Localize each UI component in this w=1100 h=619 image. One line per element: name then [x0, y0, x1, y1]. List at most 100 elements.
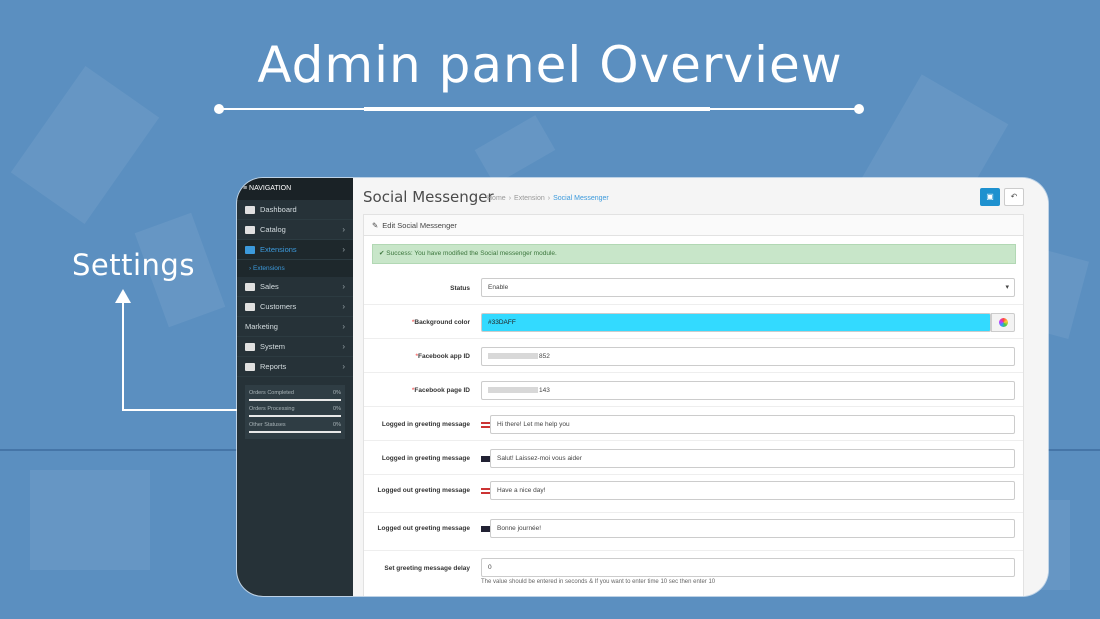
- success-alert: ✔ Success: You have modified the Social …: [372, 244, 1016, 264]
- tag-icon: [245, 225, 255, 234]
- sidebar-item-label: Reports: [260, 361, 287, 371]
- progress-orders-processing: Orders Processing 0%: [249, 404, 341, 420]
- logged-in-greeting-en-input[interactable]: Hi there! Let me help you: [490, 415, 1015, 434]
- facebook-app-id-input[interactable]: 852: [481, 347, 1015, 366]
- greeting-delay-label: Set greeting message delay: [384, 565, 470, 572]
- breadcrumb-current[interactable]: Social Messenger: [553, 195, 609, 202]
- row-logged-out-greeting-fr: Logged out greeting message Bonne journé…: [364, 513, 1023, 551]
- color-wheel-icon: [999, 318, 1008, 327]
- sidebar-subitem-extensions[interactable]: › Extensions: [237, 260, 353, 277]
- back-button[interactable]: ↶: [1004, 188, 1024, 206]
- facebook-page-id-label: *Facebook page ID: [411, 387, 470, 394]
- sidebar-subitem-label: Extensions: [252, 265, 285, 272]
- progress-label: Orders Completed: [249, 390, 294, 396]
- progress-other-statuses: Other Statuses 0%: [249, 420, 341, 436]
- progress-label: Orders Processing: [249, 406, 295, 412]
- row-logged-in-greeting-en: Logged in greeting message Hi there! Let…: [364, 407, 1023, 441]
- row-background-color: *Background color #33DAFF: [364, 305, 1023, 339]
- sidebar-item-sales[interactable]: Sales ›: [237, 277, 353, 297]
- chevron-right-icon: ›: [342, 302, 345, 311]
- chevron-right-icon: ›: [342, 362, 345, 371]
- sidebar-item-system[interactable]: System ›: [237, 337, 353, 357]
- user-icon: [245, 302, 255, 311]
- sidebar-item-dashboard[interactable]: Dashboard: [237, 200, 353, 220]
- logged-out-greeting-en-input[interactable]: Have a nice day!: [490, 481, 1015, 500]
- sidebar-item-label: Extensions: [260, 244, 297, 254]
- logged-out-greeting-label: Logged out greeting message: [377, 487, 470, 494]
- facebook-app-id-label: *Facebook app ID: [415, 353, 470, 360]
- progress-bar: [249, 431, 341, 433]
- sidebar-item-label: Marketing: [245, 321, 278, 331]
- sidebar-item-label: Sales: [260, 281, 279, 291]
- sidebar-item-marketing[interactable]: Marketing ›: [237, 317, 353, 337]
- sidebar-item-reports[interactable]: Reports ›: [237, 357, 353, 377]
- sidebar-item-label: System: [260, 341, 286, 351]
- background-color-label: *Background color: [411, 319, 470, 326]
- panel-heading: ✎ Edit Social Messenger: [364, 215, 1023, 236]
- status-label: Status: [450, 285, 470, 292]
- sidebar-item-extensions[interactable]: Extensions ›: [237, 240, 353, 260]
- chevron-right-icon: ›: [342, 282, 345, 291]
- logged-out-greeting-fr-input[interactable]: Bonne journée!: [490, 519, 1015, 538]
- progress-value: 0%: [333, 390, 341, 396]
- row-greeting-delay: Set greeting message delay 0 The value s…: [364, 551, 1023, 591]
- sidebar-item-label: Catalog: [260, 224, 286, 234]
- hero-title: Admin panel Overview: [257, 36, 843, 94]
- page-title: Social Messenger: [363, 188, 494, 206]
- breadcrumb: Home › Extension › Social Messenger: [487, 195, 609, 202]
- edit-panel: ✎ Edit Social Messenger ✔ Success: You ha…: [363, 214, 1024, 596]
- background-color-input[interactable]: #33DAFF: [481, 313, 991, 332]
- settings-callout: Settings: [72, 248, 195, 282]
- progress-bar: [249, 415, 341, 417]
- nav-header: ≡ NAVIGATION: [237, 178, 353, 200]
- cart-icon: [245, 282, 255, 291]
- arrow-line-horizontal: [122, 409, 240, 411]
- sidebar: ≡ NAVIGATION Dashboard Catalog › Extensi…: [237, 178, 353, 596]
- sidebar-item-label: Customers: [260, 301, 297, 311]
- flag-en-icon: [481, 422, 490, 428]
- flag-fr-icon: [481, 526, 490, 532]
- facebook-page-id-input[interactable]: 143: [481, 381, 1015, 400]
- dashboard-icon: [245, 205, 255, 214]
- arrow-line-vertical: [122, 300, 124, 411]
- pencil-icon: ✎: [372, 221, 379, 230]
- bar-chart-icon: [245, 362, 255, 371]
- logged-in-greeting-label: Logged in greeting message: [381, 421, 470, 428]
- progress-value: 0%: [333, 406, 341, 412]
- save-button[interactable]: ▣: [980, 188, 1000, 206]
- color-picker-button[interactable]: [991, 313, 1015, 332]
- sidebar-item-customers[interactable]: Customers ›: [237, 297, 353, 317]
- main-content: Social Messenger Home › Extension › Social M…: [353, 178, 1048, 596]
- row-logged-out-greeting-en: Logged out greeting message Have a nice …: [364, 475, 1023, 513]
- puzzle-icon: [245, 245, 255, 254]
- panel-title: Edit Social Messenger: [382, 221, 457, 230]
- logged-out-greeting-label: Logged out greeting message: [377, 525, 470, 532]
- breadcrumb-extension[interactable]: Extension: [514, 195, 545, 202]
- status-value: Enable: [488, 284, 509, 291]
- greeting-delay-input[interactable]: 0: [481, 558, 1015, 577]
- row-facebook-page-id: *Facebook page ID 143: [364, 373, 1023, 407]
- masked-value: [488, 387, 538, 394]
- logged-in-greeting-label: Logged in greeting message: [381, 455, 470, 462]
- greeting-delay-help: The value should be entered in seconds &…: [481, 579, 716, 585]
- progress-label: Other Statuses: [249, 422, 286, 428]
- chevron-right-icon: ›: [342, 245, 345, 254]
- reply-icon: ↶: [1010, 192, 1018, 201]
- flag-fr-icon: [481, 456, 490, 462]
- progress-bar: [249, 399, 341, 401]
- progress-value: 0%: [333, 422, 341, 428]
- breadcrumb-home[interactable]: Home: [487, 195, 506, 202]
- gear-icon: [245, 342, 255, 351]
- title-underline: [214, 104, 864, 114]
- chevron-right-icon: ›: [342, 225, 345, 234]
- status-select[interactable]: Enable: [481, 278, 1015, 297]
- progress-orders-completed: Orders Completed 0%: [249, 388, 341, 404]
- sidebar-item-catalog[interactable]: Catalog ›: [237, 220, 353, 240]
- chevron-right-icon: ›: [342, 342, 345, 351]
- row-status: Status Enable: [364, 271, 1023, 305]
- row-logged-in-greeting-fr: Logged in greeting message Salut! Laisse…: [364, 441, 1023, 475]
- masked-value: [488, 353, 538, 360]
- sidebar-item-label: Dashboard: [260, 204, 297, 214]
- chevron-right-icon: ›: [342, 322, 345, 331]
- logged-in-greeting-fr-input[interactable]: Salut! Laissez-moi vous aider: [490, 449, 1015, 468]
